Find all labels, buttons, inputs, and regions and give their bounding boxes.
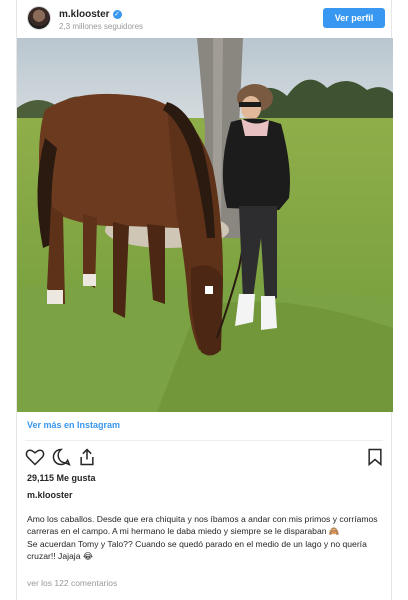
likes-count[interactable]: 29,115 Me gusta [27,473,96,483]
post-caption: Amo los caballos. Desde que era chiquita… [27,514,387,564]
instagram-embed-card: m.klooster ✓ 2,3 millones seguidores Ver… [16,0,393,600]
bookmark-icon[interactable] [365,447,385,467]
verified-icon: ✓ [112,9,122,19]
avatar[interactable] [27,6,51,30]
action-bar [25,447,385,467]
username-row: m.klooster ✓ [59,8,143,20]
view-more-on-instagram-link[interactable]: Ver más en Instagram [27,420,120,430]
share-icon[interactable] [77,447,97,467]
caption-username[interactable]: m.klooster [27,490,73,500]
view-comments-link[interactable]: ver los 122 comentarios [27,578,117,588]
followers-count: 2,3 millones seguidores [59,22,144,31]
view-profile-button[interactable]: Ver perfil [323,8,385,28]
divider [25,440,383,441]
caption-paragraph: Se acuerdan Tomy y Talo?? Cuando se qued… [27,539,367,561]
username-link[interactable]: m.klooster [59,9,110,20]
user-block: m.klooster ✓ 2,3 millones seguidores [59,8,144,32]
post-header: m.klooster ✓ 2,3 millones seguidores Ver… [17,0,393,36]
heart-icon[interactable] [25,447,45,467]
comment-icon[interactable] [51,447,71,467]
post-photo[interactable] [17,38,393,412]
caption-paragraph: Amo los caballos. Desde que era chiquita… [27,514,378,536]
